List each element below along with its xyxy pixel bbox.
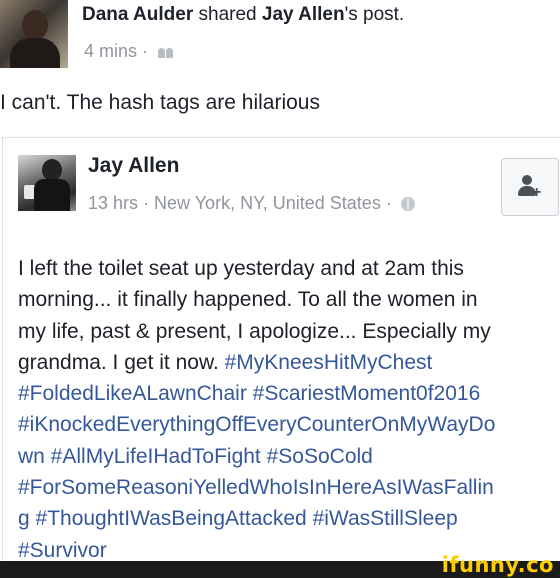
share-suffix: 's post. [344,4,405,25]
original-post-timestamp[interactable]: 13 hrs · New York, NY, United States · [88,193,397,213]
share-verb: shared [193,4,262,25]
post-body-line: my life, past & present, I apologize... … [18,316,560,347]
post-text: morning... it finally happened. To all t… [18,288,478,312]
original-post-body: I left the toilet seat up yesterday and … [18,253,560,561]
sharer-avatar[interactable] [0,0,68,68]
hashtag-link[interactable]: #MyKneesHitMyChest [225,351,433,374]
post-body-line: morning... it finally happened. To all t… [18,284,560,315]
hashtag-link[interactable]: #FoldedLikeALawnChair #ScariestMoment0f2… [18,382,480,405]
avatar-head [22,10,48,40]
friends-icon[interactable] [157,46,175,59]
add-friend-button[interactable]: + [501,158,559,216]
share-header: Dana Aulder shared Jay Allen's post. [82,4,404,26]
hashtag-link[interactable]: #ForSomeReasoniYelledWhoIsInHereAsIWasFa… [18,476,494,499]
sharer-name-link[interactable]: Dana Aulder [82,4,193,25]
post-body-line: grandma. I get it now. #MyKneesHitMyChes… [18,347,560,378]
post-text: my life, past & present, I apologize... … [18,319,491,343]
post-body-line: #FoldedLikeALawnChair #ScariestMoment0f2… [18,378,560,409]
post-text: I left the toilet seat up yesterday and … [18,257,464,280]
hashtag-link[interactable]: #iKnockedEverythingOffEveryCounterOnMyWa… [18,413,495,436]
post-text: grandma. I get it now. [18,350,225,374]
post-body-line: I left the toilet seat up yesterday and … [18,253,560,284]
status-text: I can't. The hash tags are hilarious [0,91,320,114]
post-body-clip: I left the toilet seat up yesterday and … [0,253,560,561]
avatar-body [34,179,70,211]
share-timestamp[interactable]: 4 mins · [84,41,153,61]
avatar-head [42,159,62,181]
watermark-text: ifunny.co [441,553,554,577]
globe-icon[interactable] [400,197,415,212]
hashtag-link[interactable]: wn #AllMyLifeIHadToFight #SoSoCold [18,445,373,468]
hashtag-link[interactable]: g #ThoughtIWasBeingAttacked #iWasStillSl… [18,507,458,530]
share-meta: 4 mins · [84,41,175,62]
add-friend-icon [522,175,532,185]
post-body-line: #ForSomeReasoniYelledWhoIsInHereAsIWasFa… [18,472,560,503]
original-author-avatar[interactable] [18,155,76,211]
post-body-line: #iKnockedEverythingOffEveryCounterOnMyWa… [18,409,560,440]
hashtag-link[interactable]: #Survivor [18,539,107,561]
original-author-name[interactable]: Jay Allen [88,154,179,178]
post-body-line: g #ThoughtIWasBeingAttacked #iWasStillSl… [18,503,560,534]
avatar-body [10,38,60,68]
original-post-meta: 13 hrs · New York, NY, United States · [88,193,415,214]
original-author-link[interactable]: Jay Allen [262,4,345,25]
ifunny-watermark: ifunny.co [442,553,554,577]
post-body-line: wn #AllMyLifeIHadToFight #SoSoCold [18,441,560,472]
add-friend-plus-icon: + [532,184,542,201]
